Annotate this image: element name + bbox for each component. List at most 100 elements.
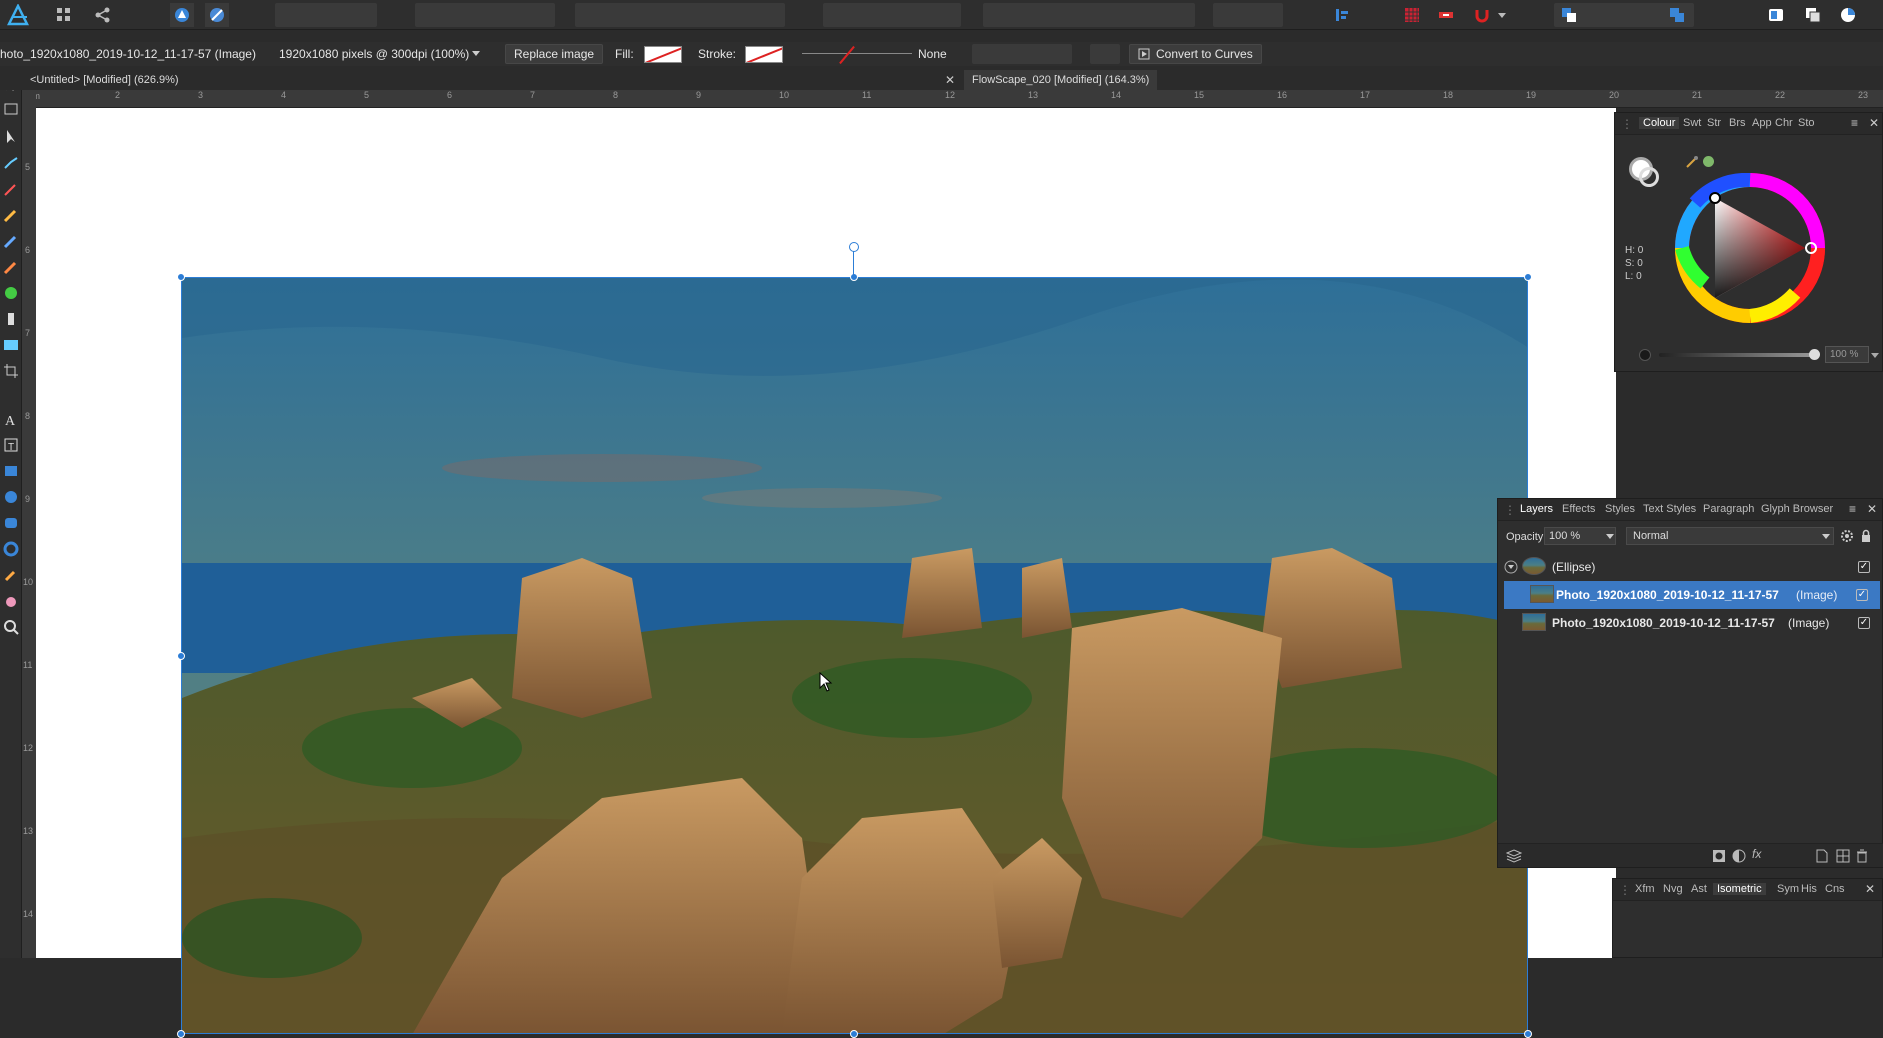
picked-colour-swatch[interactable] [1703, 156, 1714, 167]
tab-constraints[interactable]: Cns [1825, 883, 1845, 895]
tab-effects[interactable]: Effects [1562, 503, 1595, 515]
point-transform-icon[interactable] [2, 154, 20, 172]
panel-grip-icon[interactable]: ⋮ [1621, 117, 1633, 131]
tab-styles[interactable]: Styles [1605, 503, 1635, 515]
share-icon[interactable] [91, 3, 115, 27]
crop-tool-icon[interactable] [2, 362, 20, 380]
zoom-tool-icon[interactable] [2, 618, 20, 636]
tab-untitled[interactable]: <Untitled> [Modified] (626.9%) [22, 70, 187, 90]
resize-handle-bottom-left[interactable] [177, 1030, 185, 1038]
color-picker-icon[interactable] [2, 566, 20, 584]
opacity-slider-thumb[interactable] [1809, 349, 1820, 360]
fill-tool-icon[interactable] [2, 258, 20, 276]
tab-symbols[interactable]: Sym [1777, 883, 1799, 895]
gear-icon[interactable] [1840, 529, 1854, 543]
transform-buttons-group[interactable] [972, 44, 1072, 64]
persona-designer-icon[interactable] [170, 3, 194, 27]
blend-mode-select[interactable]: Normal [1626, 527, 1834, 545]
blend-mode-dropdown-icon[interactable] [1822, 534, 1830, 540]
stroke-style-line[interactable] [802, 53, 912, 54]
frame-text-icon[interactable]: T [2, 436, 20, 454]
layers-stack-icon[interactable] [1506, 849, 1522, 863]
expand-toggle-icon[interactable] [1504, 560, 1518, 574]
boolean-group[interactable] [983, 3, 1195, 27]
place-image-icon[interactable] [2, 336, 20, 354]
opacity-dropdown-icon[interactable] [1606, 534, 1614, 540]
persona-pixel-icon[interactable] [205, 3, 229, 27]
layer-visibility-checkbox[interactable]: ✓ [1858, 561, 1870, 573]
tab-layers[interactable]: Layers [1520, 503, 1553, 515]
snapping-group[interactable] [415, 3, 555, 27]
insert-target-icon[interactable] [1330, 3, 1354, 27]
eyedropper-icon[interactable] [1685, 155, 1699, 169]
donut-tool-icon[interactable] [2, 540, 20, 558]
panel-grip-icon[interactable]: ⋮ [1504, 503, 1516, 517]
snapping-magnet-icon[interactable] [1470, 3, 1494, 27]
grid-toggle-icon[interactable] [1400, 3, 1424, 27]
view-mode-icon[interactable] [1836, 3, 1860, 27]
trash-icon[interactable] [1856, 849, 1868, 863]
close-tab-icon[interactable]: ✕ [945, 73, 955, 87]
fill-swatch[interactable] [644, 46, 682, 63]
hand-tool-icon[interactable] [2, 592, 20, 610]
vector-brush-icon[interactable] [2, 232, 20, 250]
tab-glyph-browser[interactable]: Glyph Browser [1761, 503, 1833, 515]
pen-tool-icon[interactable] [2, 180, 20, 198]
fx-icon[interactable]: fx [1752, 847, 1761, 861]
tab-paragraph[interactable]: Paragraph [1703, 503, 1754, 515]
arrange-icon[interactable] [1801, 3, 1825, 27]
replace-image-button[interactable]: Replace image [505, 44, 604, 64]
resize-handle-bottom-right[interactable] [1524, 1030, 1532, 1038]
tab-flowscape[interactable]: FlowScape_020 [Modified] (164.3%) [964, 70, 1158, 90]
tab-isometric[interactable]: Isometric [1713, 883, 1766, 895]
node-tool-icon[interactable] [2, 128, 20, 146]
colour-wheel[interactable] [1675, 173, 1825, 323]
rounded-rect-icon[interactable] [2, 514, 20, 532]
stroke-swatch[interactable] [745, 46, 783, 63]
lock-group[interactable] [1213, 3, 1283, 27]
panel-grip-icon[interactable]: ⋮ [1619, 883, 1631, 897]
horizontal-ruler[interactable]: cm 2 3 4 5 6 7 8 9 10 11 12 13 14 15 16 … [28, 90, 1883, 108]
gradient-tool-icon[interactable] [2, 284, 20, 302]
transparency-tool-icon[interactable] [2, 310, 20, 328]
add-layer-icon[interactable] [1816, 849, 1828, 863]
grid-menu-icon[interactable] [52, 3, 76, 27]
studio-panel-icon[interactable] [1764, 3, 1788, 27]
artboard-tool-icon[interactable] [2, 100, 20, 118]
ellipse-tool-icon[interactable] [2, 488, 20, 506]
resize-handle-top[interactable] [850, 273, 858, 281]
tab-swatches[interactable]: Swt [1683, 117, 1701, 129]
resize-handle-top-right[interactable] [1524, 273, 1532, 281]
tab-brushes[interactable]: Brs [1729, 117, 1746, 129]
layer-visibility-checkbox[interactable]: ✓ [1858, 617, 1870, 629]
pencil-tool-icon[interactable] [2, 206, 20, 224]
opacity-slider[interactable] [1659, 353, 1815, 357]
layer-row-ellipse[interactable]: (Ellipse) ✓ [1500, 553, 1880, 581]
adjustment-layer-icon[interactable] [1732, 849, 1746, 863]
align-group[interactable] [575, 3, 785, 27]
vertical-ruler[interactable]: 5 6 7 8 9 10 11 12 13 14 [22, 90, 36, 958]
panel-close-icon[interactable]: ✕ [1869, 116, 1879, 130]
panel-menu-icon[interactable]: ≡ [1849, 502, 1856, 516]
opacity-dropdown-icon[interactable] [1871, 353, 1879, 359]
convert-to-curves-button[interactable]: Convert to Curves [1129, 44, 1262, 64]
rectangle-tool-icon[interactable] [2, 462, 20, 480]
layer-row-photo-selected[interactable]: Photo_1920x1080_2019-10-12_11-17-57 (Ima… [1504, 581, 1880, 609]
rotation-handle[interactable] [849, 242, 859, 252]
panel-close-icon[interactable]: ✕ [1865, 882, 1875, 896]
selection-tools-group[interactable] [275, 3, 377, 27]
tab-assets[interactable]: Ast [1691, 883, 1707, 895]
tab-transform[interactable]: Xfm [1635, 883, 1655, 895]
affinity-logo-icon[interactable] [6, 3, 30, 27]
mask-layer-icon[interactable] [1712, 849, 1726, 863]
artistic-text-icon[interactable]: A [2, 410, 20, 429]
group-layers-icon[interactable] [1836, 849, 1850, 863]
layer-visibility-checkbox[interactable]: ✓ [1856, 589, 1868, 601]
opacity-field[interactable]: 100 % [1825, 346, 1869, 363]
boolean-ops-group[interactable] [1554, 3, 1694, 27]
tab-appearance[interactable]: App [1752, 117, 1772, 129]
dimensions-dropdown-icon[interactable] [472, 51, 480, 57]
panel-menu-icon[interactable]: ≡ [1851, 116, 1858, 130]
tab-stroke[interactable]: Str [1707, 117, 1721, 129]
placed-photo-image[interactable] [181, 277, 1528, 1034]
